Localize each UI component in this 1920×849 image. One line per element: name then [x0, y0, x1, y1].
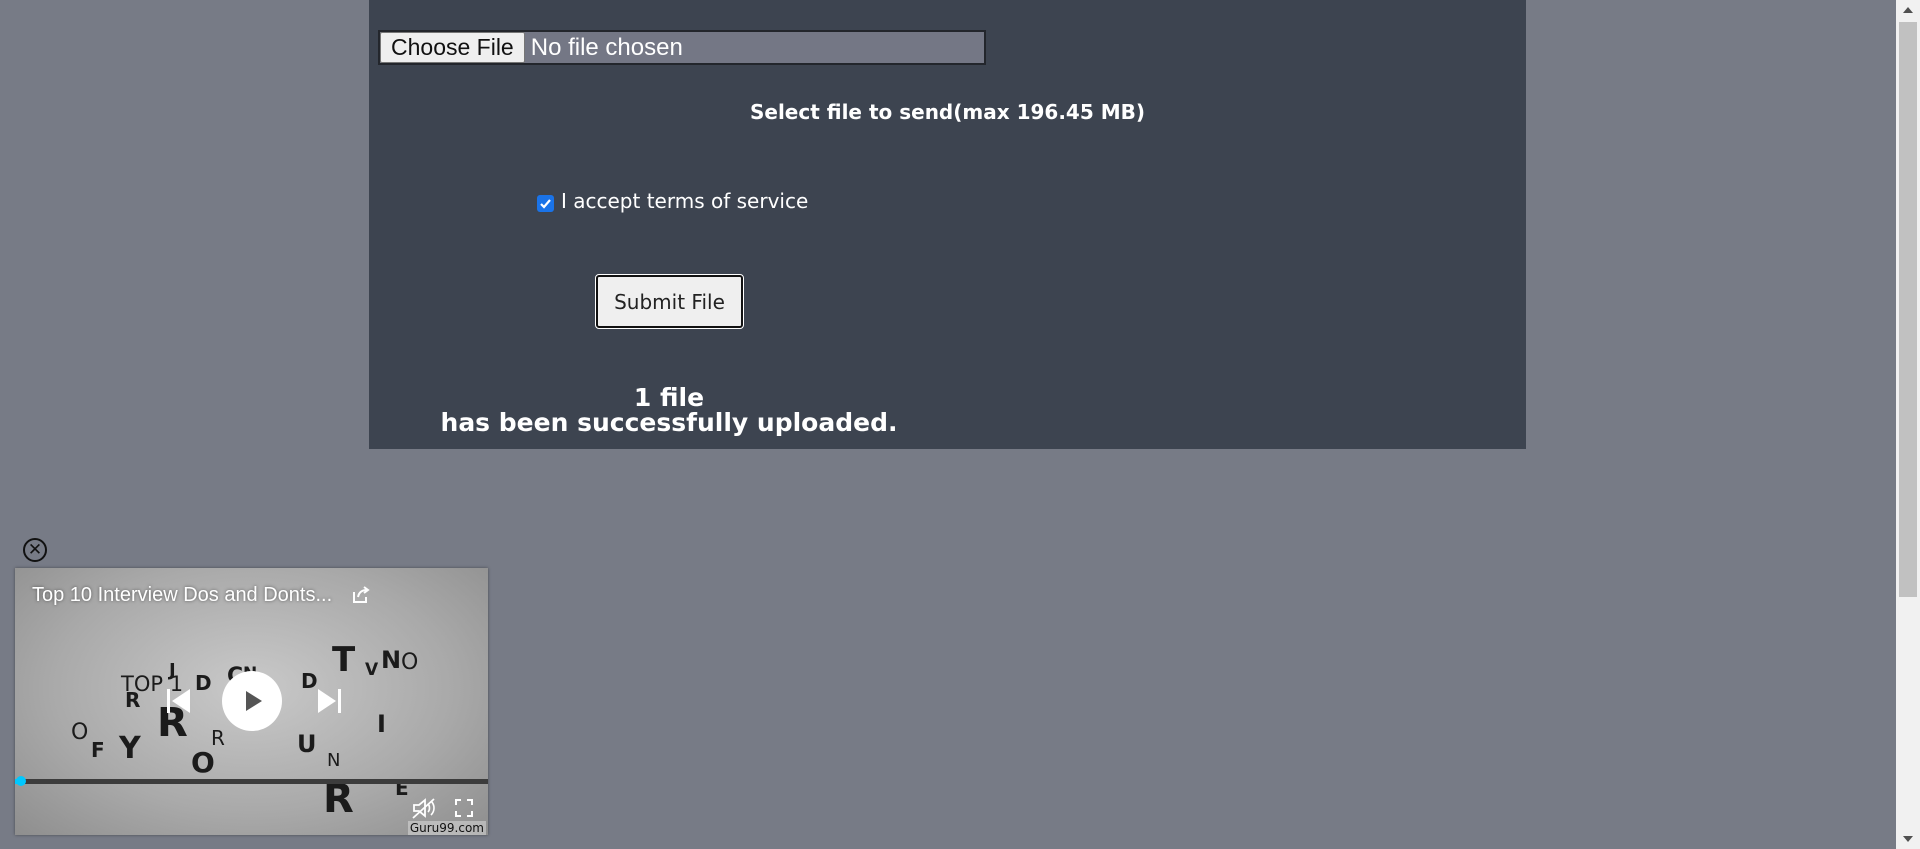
fullscreen-icon[interactable]: [454, 798, 474, 818]
thumbnail-letter: F: [91, 738, 105, 762]
thumbnail-letter: O: [191, 746, 215, 779]
close-icon: ✕: [27, 539, 43, 560]
scroll-up-button[interactable]: [1896, 0, 1920, 20]
thumbnail-letter: I: [377, 710, 386, 738]
mute-icon[interactable]: [411, 796, 437, 820]
checkmark-icon: [540, 199, 551, 209]
thumbnail-letter: N: [381, 646, 402, 674]
previous-button[interactable]: [165, 686, 193, 716]
video-player[interactable]: TOP 1 J D C N D T V N O R B R O F Y R O …: [15, 568, 488, 835]
thumbnail-letter: T: [332, 640, 356, 680]
next-icon: [318, 689, 341, 713]
thumbnail-letter: J: [169, 660, 176, 681]
submit-file-button[interactable]: Submit File: [595, 274, 744, 329]
terms-checkbox[interactable]: [537, 195, 554, 212]
brand-watermark: Guru99.com: [407, 821, 486, 835]
upload-panel: Choose File No file chosen Select file t…: [369, 0, 1526, 449]
thumbnail-letter: O: [401, 650, 419, 675]
file-input[interactable]: Choose File No file chosen: [378, 30, 986, 65]
upload-result-message: 1 file has been successfully uploaded.: [369, 385, 969, 435]
upload-status: has been successfully uploaded.: [440, 408, 898, 437]
thumbnail-letter: O: [71, 720, 89, 745]
next-button[interactable]: [315, 686, 343, 716]
thumbnail-letter: V: [365, 660, 379, 680]
select-file-label: Select file to send(max 196.45 MB): [749, 100, 1146, 124]
page-scrollbar[interactable]: [1896, 0, 1920, 849]
arrow-up-icon: [1903, 7, 1913, 13]
video-title: Top 10 Interview Dos and Donts...: [32, 584, 333, 606]
play-button[interactable]: [222, 671, 282, 731]
video-progress-bar[interactable]: [15, 776, 488, 786]
share-icon[interactable]: [351, 585, 371, 605]
thumbnail-letter: U: [297, 730, 317, 758]
scroll-down-button[interactable]: [1896, 829, 1920, 849]
thumbnail-letter: Y: [119, 731, 141, 766]
previous-icon: [167, 689, 190, 713]
file-status-text: No file chosen: [530, 33, 683, 61]
thumbnail-letter: D: [195, 671, 212, 695]
terms-label: I accept terms of service: [561, 189, 809, 213]
arrow-down-icon: [1903, 836, 1913, 842]
terms-row: I accept terms of service: [537, 189, 808, 213]
thumbnail-letter: N: [327, 750, 341, 771]
thumbnail-letter: R: [125, 688, 141, 712]
close-video-button[interactable]: ✕: [23, 538, 47, 562]
play-icon: [246, 691, 262, 711]
progress-handle[interactable]: [16, 776, 26, 786]
scroll-thumb[interactable]: [1899, 22, 1917, 597]
upload-count: 1 file: [633, 383, 705, 412]
choose-file-button[interactable]: Choose File: [380, 32, 525, 63]
